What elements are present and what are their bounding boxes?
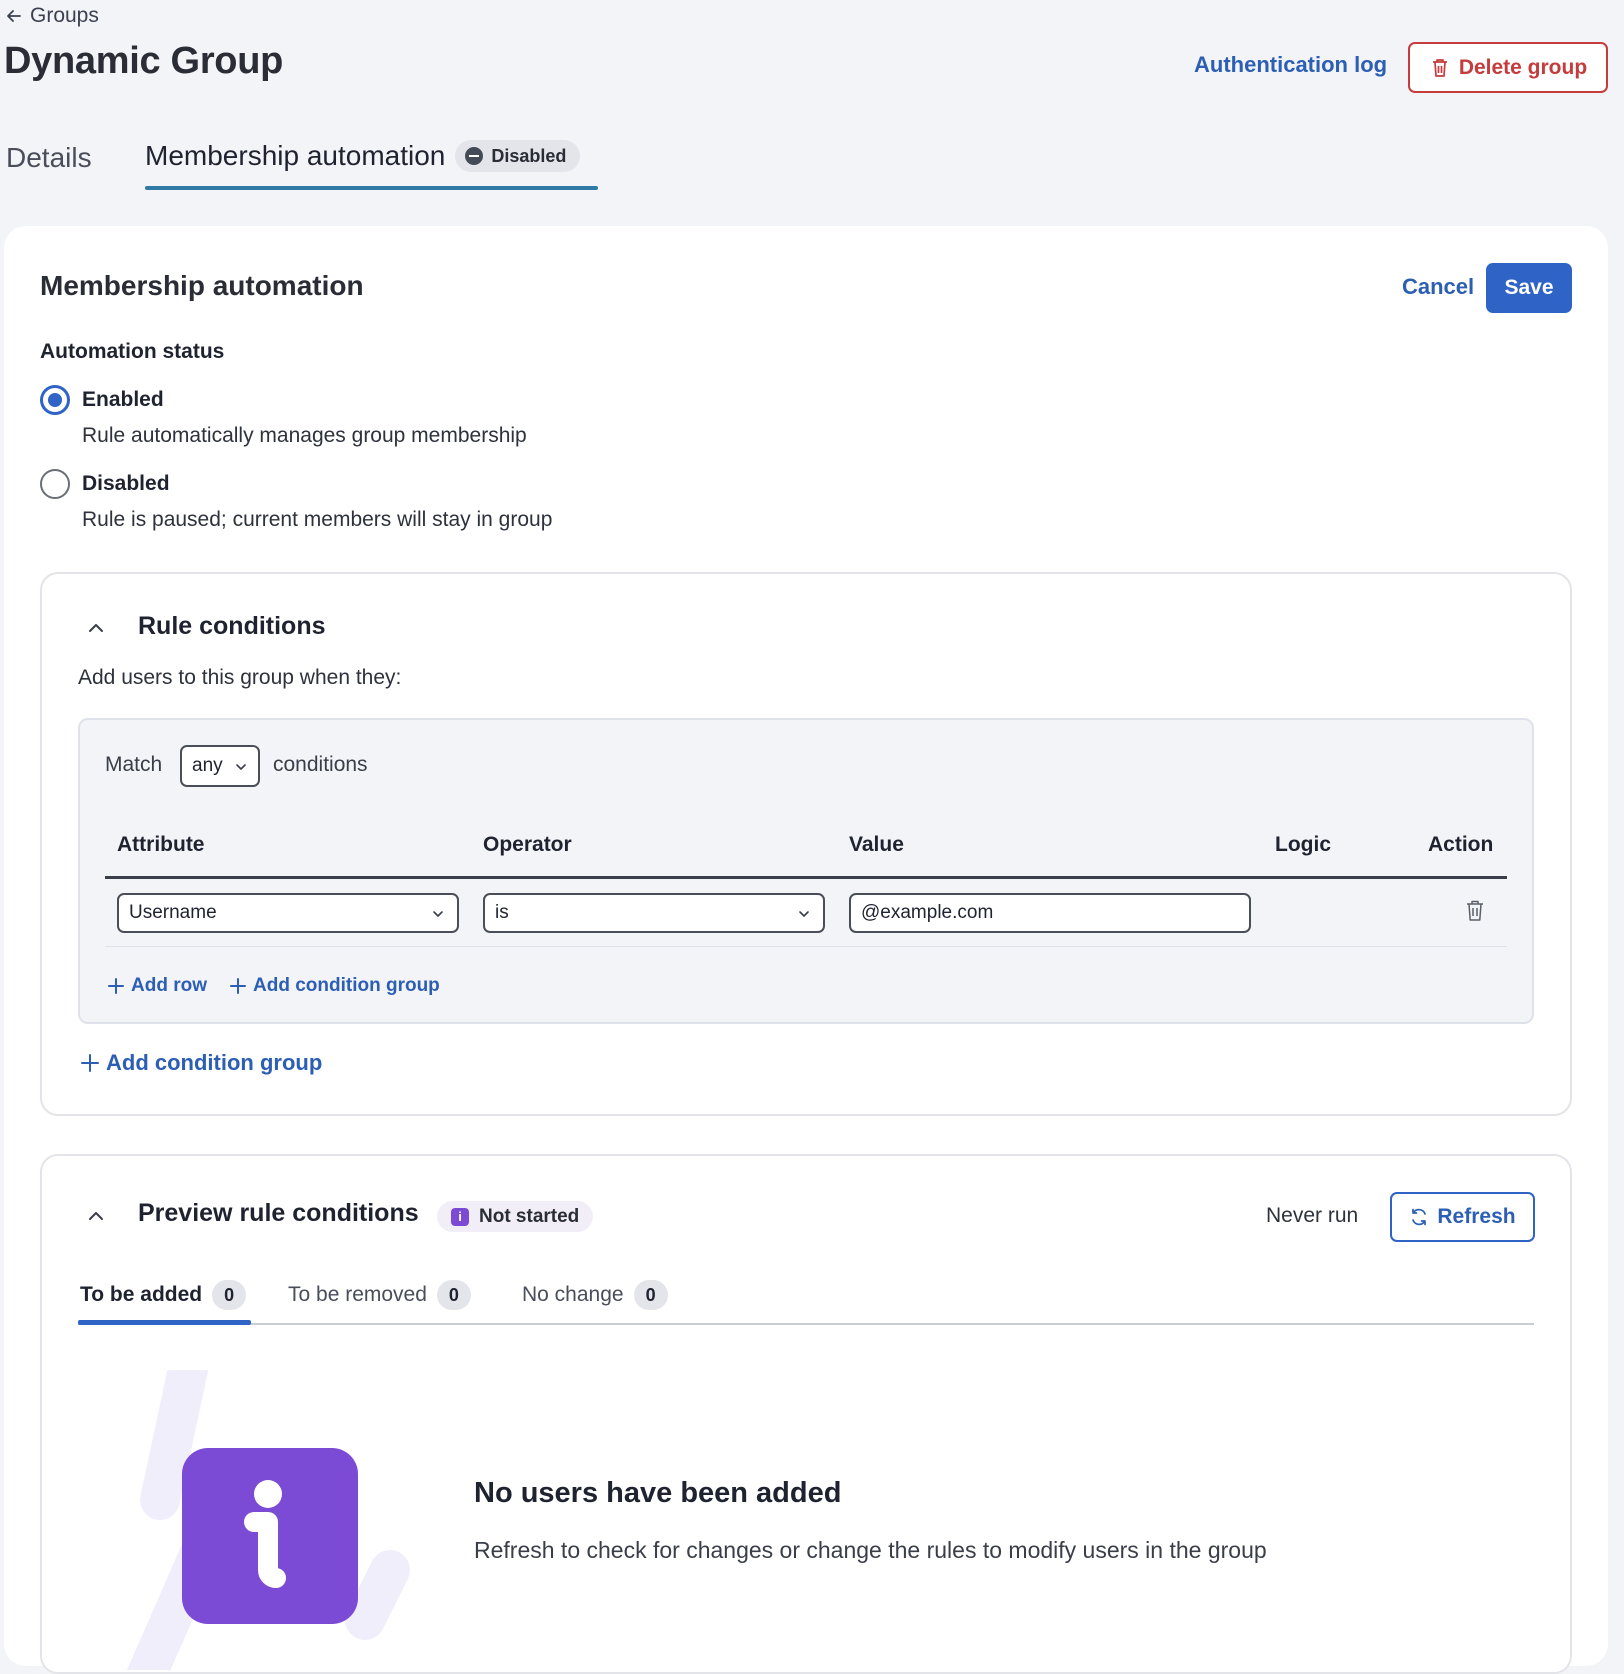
value-input[interactable] <box>849 893 1251 933</box>
operator-select-value: is <box>495 902 509 923</box>
status-badge: Disabled <box>455 140 581 172</box>
chevron-down-icon <box>799 911 809 917</box>
card-title: Membership automation <box>40 270 364 301</box>
column-header-attribute: Attribute <box>117 833 205 856</box>
info-illustration-icon <box>126 1370 410 1670</box>
preview-tabs-divider <box>78 1323 1534 1325</box>
plus-icon <box>81 1054 99 1072</box>
active-tab-indicator <box>145 186 598 190</box>
last-run-status: Never run <box>1266 1204 1359 1227</box>
tab-details[interactable]: Details <box>6 142 92 174</box>
match-prefix-label: Match <box>105 753 163 776</box>
table-header-divider <box>105 876 1507 879</box>
tab-no-change-label: No change <box>522 1283 624 1306</box>
refresh-icon <box>1412 1208 1427 1226</box>
tab-to-be-removed[interactable]: To be removed 0 <box>288 1280 471 1310</box>
option-disabled-description: Rule is paused; current members will sta… <box>82 508 553 531</box>
column-header-logic: Logic <box>1275 833 1331 856</box>
column-header-operator: Operator <box>483 833 572 856</box>
add-condition-group-button[interactable]: Add condition group <box>80 1050 322 1076</box>
rule-conditions-subtitle: Add users to this group when they: <box>78 666 402 689</box>
arrow-left-icon <box>7 10 21 22</box>
tab-to-be-added[interactable]: To be added 0 <box>80 1280 247 1310</box>
option-disabled-title: Disabled <box>82 472 170 495</box>
add-row-label: Add row <box>131 975 207 996</box>
attribute-select[interactable]: Username <box>117 893 459 933</box>
back-to-groups-link[interactable]: Groups <box>4 4 99 28</box>
table-row-divider <box>105 946 1507 947</box>
column-header-action: Action <box>1428 833 1494 856</box>
plus-icon <box>230 978 246 994</box>
add-condition-group-label: Add condition group <box>106 1050 323 1075</box>
minus-circle-icon <box>465 147 484 165</box>
status-badge-label: Disabled <box>491 145 567 166</box>
radio-disabled[interactable] <box>40 469 70 499</box>
refresh-label: Refresh <box>1437 1205 1516 1228</box>
authentication-log-link[interactable]: Authentication log <box>1194 52 1387 78</box>
trash-icon <box>1432 58 1447 77</box>
option-enabled-title: Enabled <box>82 388 164 411</box>
active-preview-tab-indicator <box>78 1320 251 1325</box>
automation-status-label: Automation status <box>40 340 225 363</box>
delete-group-button[interactable]: Delete group <box>1408 42 1608 93</box>
info-icon: i <box>451 1207 469 1226</box>
save-button[interactable]: Save <box>1486 263 1572 313</box>
chevron-down-icon <box>433 911 443 917</box>
tab-no-change[interactable]: No change 0 <box>522 1280 668 1310</box>
not-started-badge-label: Not started <box>479 1205 580 1227</box>
count-badge: 0 <box>633 1280 668 1310</box>
empty-state-title: No users have been added <box>474 1477 842 1509</box>
back-label: Groups <box>30 4 99 27</box>
not-started-badge: i Not started <box>437 1201 594 1232</box>
count-badge: 0 <box>212 1280 247 1310</box>
plus-icon <box>108 978 124 994</box>
count-badge: 0 <box>436 1280 471 1310</box>
match-select-value: any <box>192 755 223 776</box>
match-select[interactable]: any <box>180 745 260 787</box>
tab-to-be-added-label: To be added <box>80 1283 203 1306</box>
page-title: Dynamic Group <box>4 40 284 82</box>
column-header-value: Value <box>849 833 904 856</box>
tab-to-be-removed-label: To be removed <box>288 1283 427 1306</box>
option-enabled-description: Rule automatically manages group members… <box>82 424 527 447</box>
tab-membership-automation-label: Membership automation <box>145 140 446 171</box>
attribute-select-value: Username <box>129 902 217 923</box>
rule-conditions-title: Rule conditions <box>138 612 326 640</box>
match-suffix-label: conditions <box>273 753 368 776</box>
cancel-button[interactable]: Cancel <box>1402 274 1474 300</box>
add-condition-group-inner-label: Add condition group <box>253 975 440 996</box>
radio-enabled[interactable] <box>40 385 70 415</box>
operator-select[interactable]: is <box>483 893 825 933</box>
add-condition-group-inner-button[interactable]: Add condition group <box>229 975 440 997</box>
tab-membership-automation[interactable]: Membership automation Disabled <box>145 140 581 172</box>
delete-row-trash-icon[interactable] <box>1464 899 1486 923</box>
chevron-up-icon[interactable] <box>85 1205 107 1227</box>
chevron-down-icon <box>236 764 246 770</box>
delete-group-label: Delete group <box>1458 55 1588 79</box>
preview-title: Preview rule conditions <box>138 1199 419 1227</box>
empty-state-description: Refresh to check for changes or change t… <box>474 1537 1267 1563</box>
chevron-up-icon[interactable] <box>85 617 107 639</box>
add-row-button[interactable]: Add row <box>107 975 207 997</box>
refresh-button[interactable]: Refresh <box>1390 1192 1535 1242</box>
